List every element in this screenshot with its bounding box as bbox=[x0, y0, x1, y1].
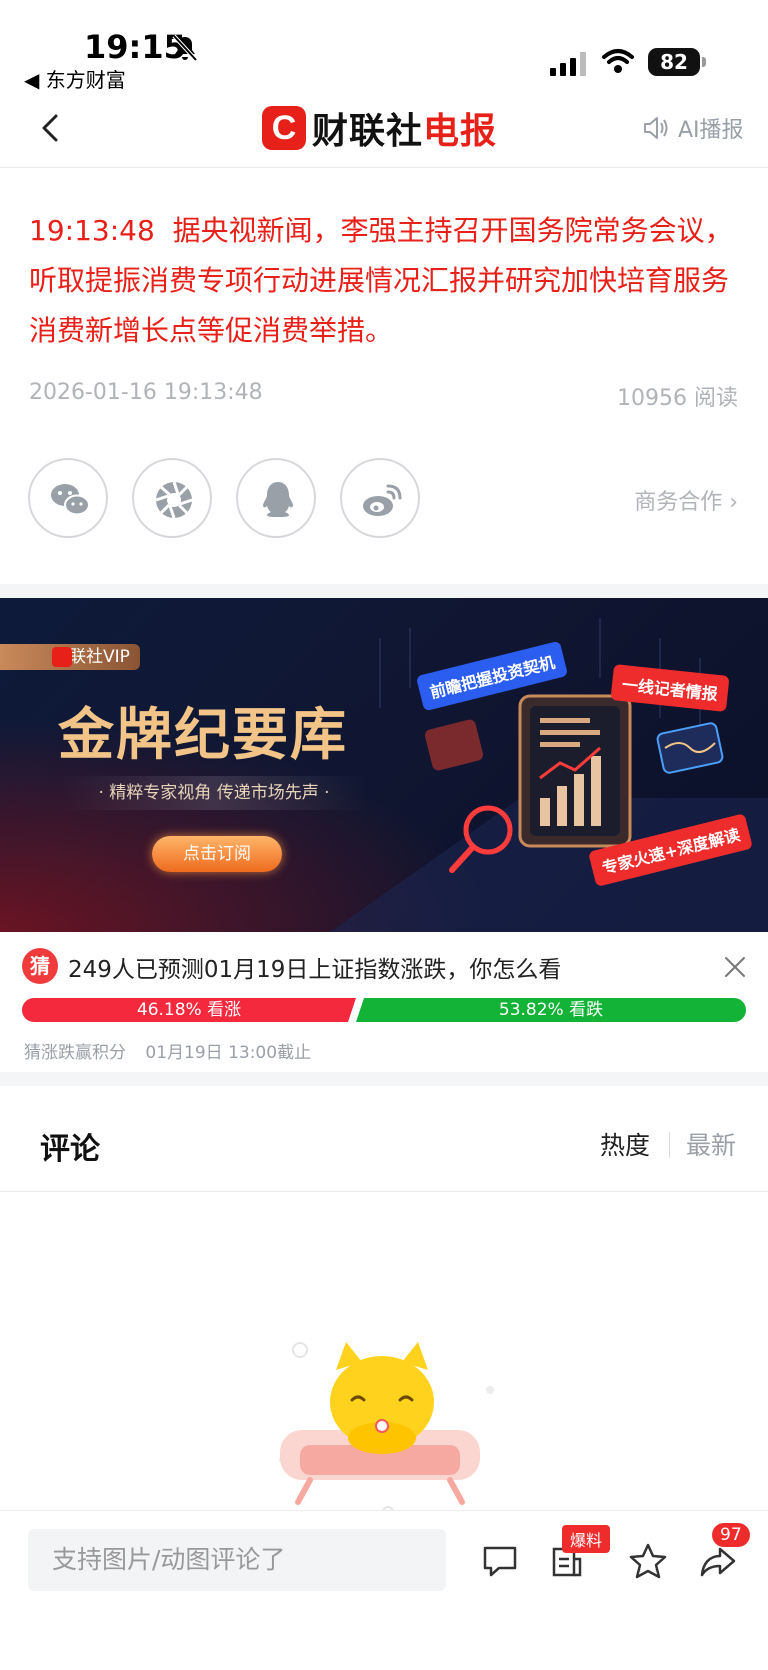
comments-title: 评论 bbox=[40, 1132, 100, 1167]
empty-comments-illustration bbox=[279, 1342, 494, 1518]
share-weibo-button[interactable] bbox=[340, 458, 420, 538]
logo-suffix: 电报 bbox=[423, 111, 498, 152]
ai-broadcast-button[interactable]: AI播报 bbox=[642, 108, 744, 148]
ai-broadcast-label: AI播报 bbox=[678, 118, 744, 143]
prediction-deadline: 01月19日 13:00截止 bbox=[145, 1043, 312, 1063]
guess-icon: 猜 bbox=[22, 948, 58, 984]
logo-c-mark: C bbox=[262, 106, 306, 150]
section-divider bbox=[0, 1072, 768, 1086]
report-badge: 爆料 bbox=[562, 1525, 611, 1553]
banner-title: 金牌纪要库 bbox=[58, 703, 348, 768]
close-icon[interactable] bbox=[722, 954, 748, 980]
comment-icon[interactable] bbox=[480, 1541, 520, 1581]
bottom-action-bar: 支持图片/动图评论了 爆料 97 bbox=[0, 1510, 768, 1670]
sort-hot-tab[interactable]: 热度 bbox=[600, 1126, 650, 1162]
publish-date: 2026-01-16 19:13:48 bbox=[29, 380, 263, 405]
nav-bar: C 财联社电报 AI播报 bbox=[0, 96, 768, 168]
back-to-app-link[interactable]: ◀ 东方财富 bbox=[24, 64, 126, 93]
vip-promo-banner[interactable]: 财联社VIP 金牌纪要库 · 精粹专家视角 传递市场先声 · 点击订阅 前瞻把握… bbox=[0, 598, 768, 932]
cls-logo: C 财联社电报 bbox=[262, 104, 497, 152]
prediction-reward-text: 猜涨跌赢积分 bbox=[24, 1043, 126, 1063]
status-time: 19:15 bbox=[84, 28, 186, 66]
subscribe-button[interactable]: 点击订阅 bbox=[152, 836, 282, 872]
read-count: 10956 阅读 bbox=[617, 386, 738, 411]
wifi-icon bbox=[602, 49, 634, 73]
share-qq-button[interactable] bbox=[236, 458, 316, 538]
telegraph-time: 19:13:48 bbox=[29, 214, 155, 247]
logo-brand: 财联社 bbox=[312, 111, 424, 152]
share-count-badge: 97 bbox=[712, 1523, 750, 1547]
comment-input[interactable]: 支持图片/动图评论了 bbox=[28, 1529, 446, 1591]
comments-header: 评论 热度 最新 bbox=[0, 1086, 768, 1192]
signal-icon bbox=[550, 52, 586, 76]
speaker-icon bbox=[644, 117, 668, 139]
sort-divider bbox=[669, 1132, 670, 1158]
wechat-icon bbox=[51, 484, 90, 516]
share-moments-button[interactable] bbox=[132, 458, 212, 538]
moments-icon bbox=[155, 481, 193, 519]
status-bar: 19:15 ◀ 东方财富 82 bbox=[0, 0, 768, 96]
prediction-title: 249人已预测01月19日上证指数涨跌，你怎么看 bbox=[68, 957, 562, 983]
banner-subtitle: · 精粹专家视角 传递市场先声 · bbox=[60, 776, 368, 810]
sort-new-tab[interactable]: 最新 bbox=[686, 1126, 736, 1162]
section-divider bbox=[0, 584, 768, 598]
vote-down-bar[interactable]: 53.82% 看跌 bbox=[356, 998, 746, 1022]
business-cooperation-link[interactable]: 商务合作 › bbox=[634, 484, 738, 516]
favorite-star-icon[interactable] bbox=[628, 1541, 668, 1581]
qq-icon bbox=[263, 482, 293, 517]
share-icon[interactable] bbox=[698, 1541, 738, 1581]
telegraph-content: 19:13:48 据央视新闻，李强主持召开国务院常务会议，听取提振消费专项行动进… bbox=[29, 206, 741, 356]
back-icon[interactable] bbox=[38, 108, 62, 148]
vote-up-bar[interactable]: 46.18% 看涨 bbox=[22, 998, 356, 1022]
weibo-icon bbox=[363, 484, 402, 516]
prediction-footer: 猜涨跌赢积分 01月19日 13:00截止 bbox=[24, 1038, 325, 1063]
share-wechat-button[interactable] bbox=[28, 458, 108, 538]
vip-badge: 财联社VIP bbox=[0, 644, 140, 670]
bell-off-icon bbox=[172, 34, 198, 62]
battery-indicator: 82 bbox=[648, 48, 706, 76]
